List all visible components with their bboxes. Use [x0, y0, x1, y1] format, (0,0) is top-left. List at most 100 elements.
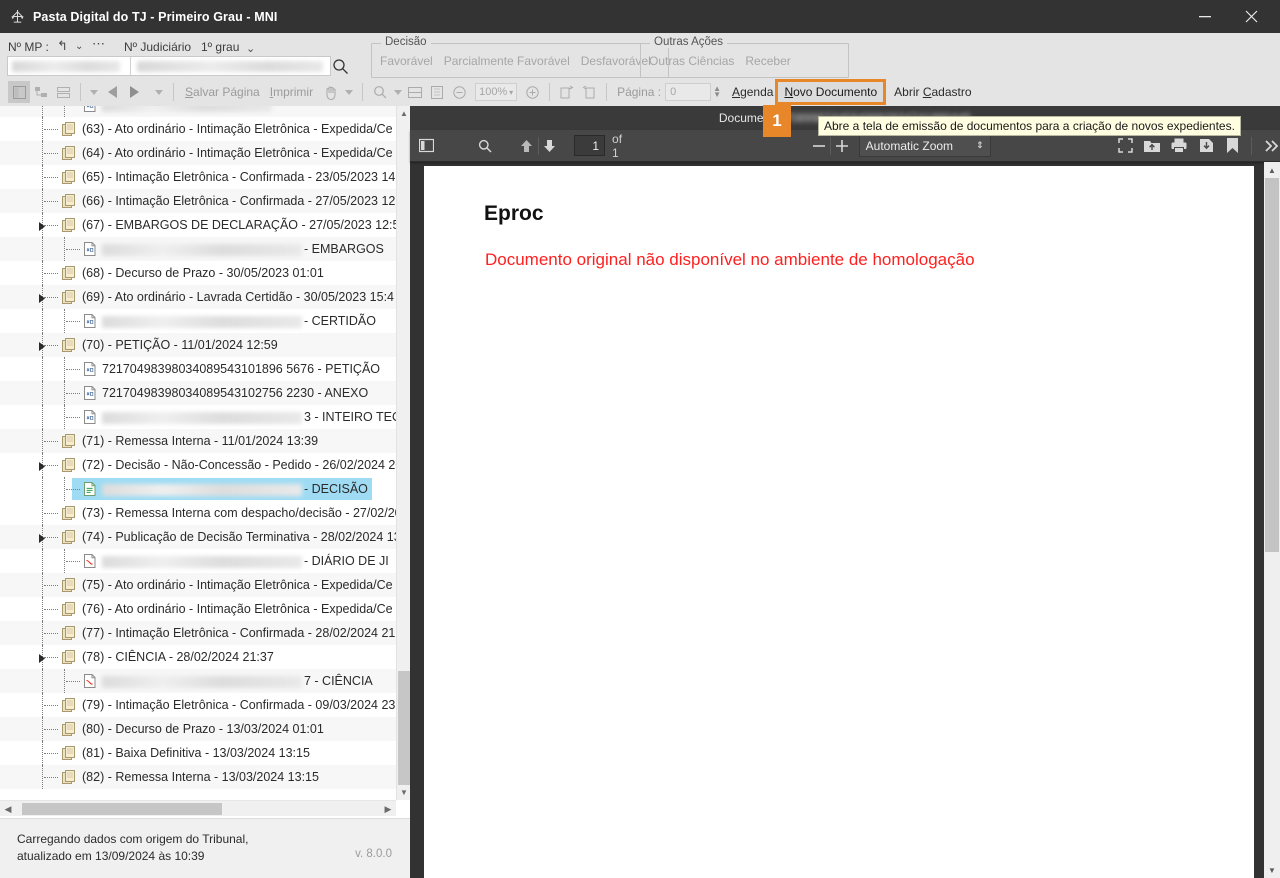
download-icon[interactable] — [1198, 134, 1215, 158]
hand-dropdown-icon[interactable] — [342, 81, 356, 103]
abrir-cadastro-button[interactable]: Abrir Cadastro — [889, 83, 976, 101]
tree-row[interactable]: 72170498398034089543102756 2230 - ANEXO — [0, 381, 396, 405]
zoom-out-icon[interactable] — [448, 81, 470, 103]
tree-row[interactable]: - DIÁRIO DE JI — [0, 549, 396, 573]
tree-row[interactable]: (76) - Ato ordinário - Intimação Eletrôn… — [0, 597, 396, 621]
tree-row[interactable]: (71) - Remessa Interna - 11/01/2024 13:3… — [0, 429, 396, 453]
zoom-dropdown-icon[interactable] — [391, 81, 404, 103]
scroll-left-icon[interactable]: ◀ — [0, 801, 16, 817]
tree-row[interactable]: (66) - Intimação Eletrônica - Confirmada… — [0, 189, 406, 213]
presentation-mode-icon[interactable] — [1117, 134, 1134, 158]
save-page-button[interactable]: Salvar Página — [180, 85, 265, 99]
sidebar-toggle-icon[interactable] — [418, 134, 435, 158]
search-icon[interactable] — [332, 58, 349, 75]
print-button[interactable]: Imprimir — [265, 85, 318, 99]
zoom-out-icon[interactable] — [810, 134, 827, 158]
zoom-level-input[interactable]: 100% ▾ — [475, 83, 518, 101]
pdf-scroll-up-icon[interactable]: ▲ — [1264, 162, 1280, 178]
open-file-icon[interactable] — [1144, 134, 1161, 158]
pdf-page-input[interactable]: 1 — [574, 135, 606, 156]
tree-row[interactable]: (69) - Ato ordinário - Lavrada Certidão … — [0, 285, 396, 309]
hand-tool-icon[interactable] — [320, 81, 342, 103]
previous-page-icon[interactable] — [518, 134, 535, 158]
search-input[interactable] — [7, 56, 331, 76]
tree-row[interactable]: (65) - Intimação Eletrônica - Confirmada… — [0, 165, 406, 189]
tree-row[interactable]: (74) - Publicação de Decisão Terminativa… — [0, 525, 404, 549]
next-dropdown-icon[interactable] — [151, 81, 167, 103]
tree-row[interactable]: (70) - PETIÇÃO - 11/01/2024 12:59 — [0, 333, 396, 357]
pdf-vscroll-thumb[interactable] — [1265, 178, 1279, 552]
tree-row[interactable]: (64) - Ato ordinário - Intimação Eletrôn… — [0, 141, 396, 165]
tree-row[interactable]: (81) - Baixa Definitiva - 13/03/2024 13:… — [0, 741, 396, 765]
tree-row[interactable]: 72170498398034089543101896 5676 - PETIÇÃ… — [0, 357, 396, 381]
tree-expander-icon[interactable] — [38, 654, 47, 663]
more-options-icon[interactable]: ⋯ — [92, 36, 105, 52]
rotate-page-icon[interactable] — [556, 81, 578, 103]
stepper-down-icon[interactable]: ▼ — [713, 91, 721, 99]
tree-scroll-region[interactable]: (63) - Ato ordinário - Intimação Eletrôn… — [0, 106, 410, 800]
tree-expander-icon[interactable] — [38, 294, 47, 303]
tree-row[interactable]: (68) - Decurso de Prazo - 30/05/2023 01:… — [0, 261, 396, 285]
receber-button[interactable]: Receber — [745, 54, 790, 68]
tree-row[interactable]: - CERTIDÃO — [0, 309, 396, 333]
history-dropdown-icon[interactable] — [87, 81, 101, 103]
tree-row[interactable]: - EMBARGOS — [0, 237, 396, 261]
zoom-tool-icon[interactable] — [369, 81, 391, 103]
split-view-icon[interactable] — [52, 81, 74, 103]
tree-row[interactable]: (82) - Remessa Interna - 13/03/2024 13:1… — [0, 765, 396, 789]
zoom-caret-icon[interactable]: ▾ — [509, 88, 513, 97]
zoom-in-icon[interactable] — [834, 134, 851, 158]
tree-hscroll-thumb[interactable] — [22, 803, 222, 815]
minimize-button[interactable] — [1182, 0, 1228, 33]
tree-row[interactable]: 3 - INTEIRO TEO — [0, 405, 402, 429]
grau-chevron-down-icon[interactable]: ⌄ — [246, 42, 255, 55]
page-number-input[interactable]: 0 — [665, 83, 712, 101]
previous-icon[interactable] — [101, 81, 123, 103]
tree-row-selected[interactable]: - DECISÃO — [0, 477, 396, 501]
fit-width-icon[interactable] — [404, 81, 426, 103]
more-tools-icon[interactable] — [1263, 134, 1280, 158]
scroll-down-icon[interactable]: ▼ — [397, 785, 411, 800]
tree-row[interactable]: (63) - Ato ordinário - Intimação Eletrôn… — [0, 117, 396, 141]
tree-row[interactable]: (77) - Intimação Eletrônica - Confirmada… — [0, 621, 406, 645]
print-icon[interactable] — [1171, 134, 1188, 158]
tree-expander-icon[interactable] — [38, 342, 47, 351]
tree-expander-icon[interactable] — [38, 534, 47, 543]
tree-expander-icon[interactable] — [38, 462, 47, 471]
tree-row[interactable]: (79) - Intimação Eletrônica - Confirmada… — [0, 693, 406, 717]
zoom-in-icon[interactable] — [521, 81, 543, 103]
tree-row[interactable]: (80) - Decurso de Prazo - 13/03/2024 01:… — [0, 717, 396, 741]
scroll-up-icon[interactable]: ▲ — [397, 106, 411, 121]
tree-row[interactable]: (67) - EMBARGOS DE DECLARAÇÃO - 27/05/20… — [0, 213, 406, 237]
chevron-down-icon[interactable]: ⌄ — [75, 41, 83, 52]
pdf-scroll-down-icon[interactable]: ▼ — [1264, 862, 1280, 878]
tree-vscroll-thumb[interactable] — [398, 671, 410, 786]
find-icon[interactable] — [477, 134, 494, 158]
tree-row[interactable]: (72) - Decisão - Não-Concessão - Pedido … — [0, 453, 402, 477]
undo-icon[interactable]: ↰ — [57, 38, 68, 54]
scroll-right-icon[interactable]: ▶ — [380, 801, 396, 817]
tree-expander-icon[interactable] — [38, 222, 47, 231]
next-icon[interactable] — [123, 81, 145, 103]
tree-vertical-scrollbar[interactable]: ▲ ▼ — [396, 106, 411, 800]
page-stepper[interactable]: ▲ ▼ — [713, 85, 721, 99]
tree-row[interactable] — [0, 106, 396, 117]
pdf-zoom-select[interactable]: Automatic Zoom ⇕ — [858, 134, 991, 157]
favoravel-button[interactable]: Favorável — [380, 54, 433, 68]
bookmark-icon[interactable] — [1224, 134, 1241, 158]
agenda-button[interactable]: Agenda — [727, 83, 778, 101]
tree-row[interactable]: (73) - Remessa Interna com despacho/deci… — [0, 501, 402, 525]
novo-documento-button[interactable]: Novo Documento — [775, 79, 887, 105]
parcialmente-favoravel-button[interactable]: Parcialmente Favorável — [444, 54, 570, 68]
pdf-vertical-scrollbar[interactable]: ▲ ▼ — [1264, 162, 1280, 878]
tree-horizontal-scrollbar[interactable]: ◀ ▶ — [0, 800, 396, 816]
copy-page-icon[interactable] — [578, 81, 600, 103]
toggle-panel-icon[interactable] — [8, 81, 30, 103]
tree-view-icon[interactable] — [30, 81, 52, 103]
tree-row[interactable]: (78) - CIÊNCIA - 28/02/2024 21:37 — [0, 645, 396, 669]
close-button[interactable] — [1228, 0, 1274, 33]
outras-ciencias-button[interactable]: Outras Ciências — [649, 54, 734, 68]
tree-row[interactable]: 7 - CIÊNCIA — [0, 669, 396, 693]
fit-page-icon[interactable] — [426, 81, 448, 103]
tree-row[interactable]: (75) - Ato ordinário - Intimação Eletrôn… — [0, 573, 396, 597]
